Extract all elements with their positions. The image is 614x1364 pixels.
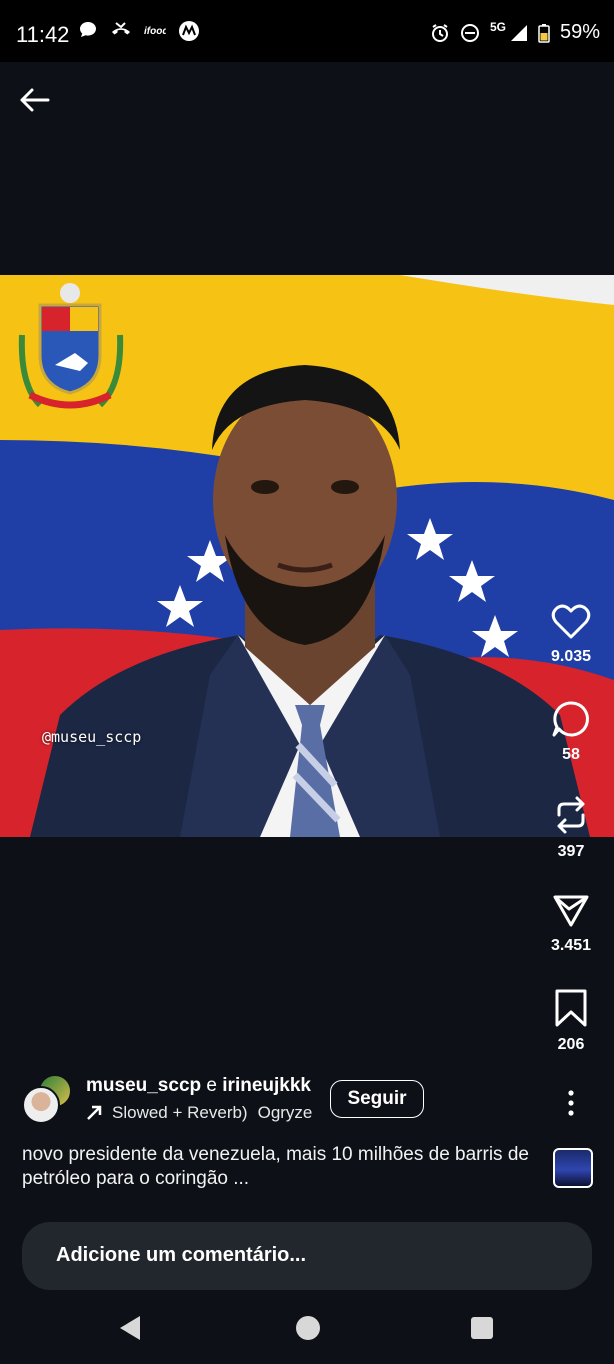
like-action[interactable]: 9.035 [531,604,611,666]
bookmark-icon[interactable] [553,988,589,1028]
trending-arrow-icon [87,1105,102,1120]
post-watermark: @museu_sccp [42,728,142,746]
share-action[interactable]: 3.451 [531,893,611,955]
author-avatars[interactable] [22,1074,74,1126]
battery-percent: 59% [559,21,600,43]
ifood-icon: ifood [144,26,166,37]
status-time: 11:42 [16,22,70,47]
avatar[interactable] [22,1086,60,1124]
comment-placeholder: Adicione um comentário... [56,1244,307,1266]
more-options-icon[interactable] [560,1088,582,1118]
chat-bubble-icon [80,22,96,37]
post-image[interactable] [0,275,614,837]
missed-call-icon [112,22,130,35]
alarm-icon [431,23,448,42]
heart-icon[interactable] [551,604,591,640]
network-type: 5G [489,19,506,34]
comment-input[interactable]: Adicione um comentário... [22,1222,592,1290]
signal-icon [510,24,527,41]
music-track: Slowed + Reverb) [112,1103,248,1122]
post-authors[interactable]: museu_sccp e irineujkkk [86,1075,311,1097]
repost-action[interactable]: 397 [531,795,611,861]
dnd-icon [460,23,479,42]
author-name[interactable]: museu_sccp [86,1075,201,1096]
nav-back-icon[interactable] [118,1314,142,1342]
comment-icon[interactable] [551,700,591,738]
nav-home-icon[interactable] [295,1314,321,1342]
share-count: 3.451 [550,937,592,954]
back-arrow-icon[interactable] [16,82,52,118]
like-count: 9.035 [550,648,592,665]
battery-icon [538,23,550,43]
post-caption[interactable]: novo presidente da venezuela, mais 10 mi… [22,1143,542,1191]
repost-icon[interactable] [551,795,591,835]
status-bar: 11:42 ifood 5G 59% [0,0,614,62]
save-count: 206 [557,1036,585,1053]
caption-thumbnail[interactable] [553,1148,593,1188]
nav-recents-icon[interactable] [470,1314,494,1342]
comment-count: 58 [562,746,580,763]
author-conjunction: e [206,1075,217,1096]
notification-icons: ifood [78,20,200,42]
comment-action[interactable]: 58 [531,700,611,764]
system-icons: 5G 59% [430,19,600,44]
follow-button[interactable]: Seguir [330,1080,424,1118]
music-info[interactable]: Slowed + Reverb) Ogryze [86,1103,312,1123]
repost-count: 397 [557,843,585,860]
music-artist: Ogryze [257,1103,313,1122]
motorola-icon [179,21,199,41]
author-name[interactable]: irineujkkk [222,1075,311,1096]
svg-text:ifood: ifood [144,26,166,37]
send-icon[interactable] [551,893,591,929]
system-nav-bar [0,1300,614,1364]
save-action[interactable]: 206 [531,988,611,1054]
